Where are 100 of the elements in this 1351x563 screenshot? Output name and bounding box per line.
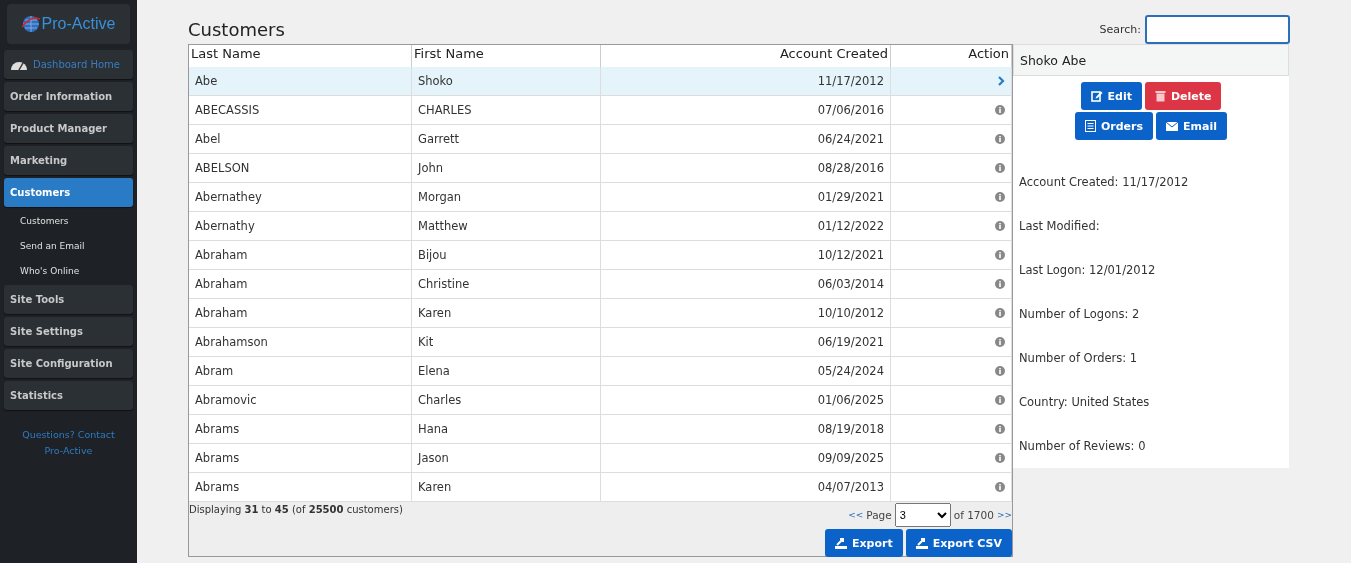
table-cell: 01/06/2025 bbox=[601, 386, 891, 415]
previous-page-link[interactable]: << bbox=[848, 510, 864, 520]
info-icon[interactable] bbox=[995, 192, 1005, 202]
table-cell: Karen bbox=[412, 473, 601, 502]
table-cell: Jason bbox=[412, 444, 601, 473]
table-cell: Shoko bbox=[412, 67, 601, 96]
customer-detail: Last Logon: 12/01/2012 bbox=[1018, 262, 1157, 279]
info-icon[interactable] bbox=[995, 250, 1005, 260]
table-cell: Abraham bbox=[189, 241, 412, 270]
search-field[interactable] bbox=[1145, 14, 1290, 44]
info-icon[interactable] bbox=[995, 395, 1005, 405]
table-cell: Christine bbox=[412, 270, 601, 299]
table-cell: Garrett bbox=[412, 125, 601, 154]
info-icon[interactable] bbox=[995, 105, 1005, 115]
info-icon[interactable] bbox=[995, 482, 1005, 492]
table-cell: 04/07/2013 bbox=[601, 473, 891, 502]
table-cell: 01/29/2021 bbox=[601, 183, 891, 212]
info-icon[interactable] bbox=[995, 134, 1005, 144]
table-cell: Morgan bbox=[412, 183, 601, 212]
info-icon[interactable] bbox=[995, 424, 1005, 434]
edit-icon bbox=[1090, 90, 1103, 102]
page-count: of 1700 bbox=[953, 509, 994, 521]
next-page-link[interactable]: >> bbox=[996, 510, 1012, 520]
table-cell: Matthew bbox=[412, 212, 601, 241]
table-cell: ABECASSIS bbox=[189, 96, 412, 125]
table-cell: 06/03/2014 bbox=[601, 270, 891, 299]
table-cell: Abrams bbox=[189, 415, 412, 444]
page-title: Customers bbox=[188, 18, 285, 40]
nav-item[interactable]: Product Manager bbox=[4, 114, 133, 143]
page-select[interactable]: 3 bbox=[894, 503, 951, 527]
nav-item[interactable]: Order Information bbox=[4, 82, 133, 111]
table-cell: 08/28/2016 bbox=[601, 154, 891, 183]
nav-item[interactable]: Site Tools bbox=[4, 285, 133, 314]
orders-button[interactable]: Orders bbox=[1074, 112, 1154, 140]
column-header: Action bbox=[891, 45, 1012, 67]
info-icon[interactable] bbox=[995, 337, 1005, 347]
table-cell: Abernathy bbox=[189, 212, 412, 241]
search-label: Search: bbox=[1099, 22, 1141, 36]
customer-detail: Number of Orders: 1 bbox=[1018, 350, 1139, 367]
delete-button[interactable]: Delete bbox=[1144, 82, 1222, 110]
list-icon bbox=[1084, 120, 1096, 132]
table-cell: Hana bbox=[412, 415, 601, 444]
nav-subitem[interactable]: Customers bbox=[4, 210, 133, 232]
column-header: Last Name bbox=[189, 45, 412, 67]
info-icon[interactable] bbox=[995, 279, 1005, 289]
edit-button[interactable]: Edit bbox=[1080, 82, 1142, 110]
table-cell: Karen bbox=[412, 299, 601, 328]
logo: Pro-Active bbox=[7, 4, 130, 44]
table-cell: Abraham bbox=[189, 270, 412, 299]
export-button[interactable]: Export CSV bbox=[905, 529, 1012, 557]
table-cell: 06/24/2021 bbox=[601, 125, 891, 154]
table-cell: 09/09/2025 bbox=[601, 444, 891, 473]
table-cell: 10/10/2012 bbox=[601, 299, 891, 328]
envelope-icon bbox=[1166, 121, 1179, 131]
table-cell: 01/12/2022 bbox=[601, 212, 891, 241]
customer-detail: Number of Logons: 2 bbox=[1018, 306, 1141, 323]
customer-detail: Account Created: 11/17/2012 bbox=[1018, 174, 1190, 191]
info-icon[interactable] bbox=[995, 366, 1005, 376]
nav-item[interactable]: Site Configuration bbox=[4, 349, 133, 378]
contact-link[interactable]: Questions? Contact Pro-Active bbox=[4, 413, 133, 473]
table-cell: Abrahamson bbox=[189, 328, 412, 357]
trash-icon bbox=[1154, 90, 1166, 102]
export-button[interactable]: Export bbox=[825, 529, 903, 557]
table-cell: Abernathey bbox=[189, 183, 412, 212]
info-icon[interactable] bbox=[995, 163, 1005, 173]
info-icon[interactable] bbox=[995, 308, 1005, 318]
info-icon[interactable] bbox=[995, 221, 1005, 231]
nav-item[interactable]: Marketing bbox=[4, 146, 133, 175]
customer-name: Shoko Abe bbox=[1013, 44, 1289, 76]
table-cell: ABELSON bbox=[189, 154, 412, 183]
table-cell: John bbox=[412, 154, 601, 183]
chevron-right-icon[interactable] bbox=[998, 76, 1005, 86]
email-button[interactable]: Email bbox=[1156, 112, 1227, 140]
table-cell: CHARLES bbox=[412, 96, 601, 125]
globe-icon bbox=[21, 15, 40, 33]
table-cell: 10/12/2021 bbox=[601, 241, 891, 270]
nav-item[interactable]: Customers bbox=[4, 178, 133, 207]
table-cell: Abrams bbox=[189, 444, 412, 473]
nav-subitem[interactable]: Who's Online bbox=[4, 260, 133, 282]
customer-detail: Last Modified: bbox=[1018, 218, 1101, 235]
column-header: First Name bbox=[412, 45, 601, 67]
table-cell: Charles bbox=[412, 386, 601, 415]
table-cell: Elena bbox=[412, 357, 601, 386]
table-cell: 07/06/2016 bbox=[601, 96, 891, 125]
nav-subitem[interactable]: Send an Email bbox=[4, 235, 133, 257]
nav-item[interactable]: Statistics bbox=[4, 381, 133, 410]
table-cell: Abe bbox=[189, 67, 412, 96]
table-cell: Kit bbox=[412, 328, 601, 357]
column-header: Account Created bbox=[601, 45, 891, 67]
export-icon bbox=[915, 537, 928, 549]
table-cell: Abraham bbox=[189, 299, 412, 328]
customer-detail: Country: United States bbox=[1018, 394, 1151, 411]
table-cell: Abram bbox=[189, 357, 412, 386]
info-icon[interactable] bbox=[995, 453, 1005, 463]
table-cell: Abrams bbox=[189, 473, 412, 502]
nav-item[interactable]: Site Settings bbox=[4, 317, 133, 346]
customer-detail: Number of Reviews: 0 bbox=[1018, 438, 1147, 455]
table-cell: 08/19/2018 bbox=[601, 415, 891, 444]
table-cell: Bijou bbox=[412, 241, 601, 270]
table-cell: 11/17/2012 bbox=[601, 67, 891, 96]
